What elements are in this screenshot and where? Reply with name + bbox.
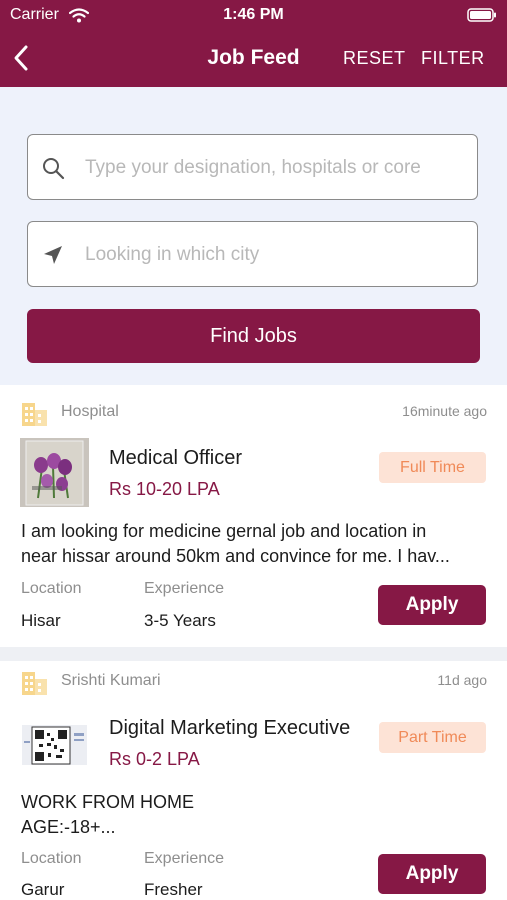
company-logo-flowers bbox=[20, 438, 89, 507]
status-time: 1:46 PM bbox=[223, 6, 284, 23]
job-title: Medical Officer bbox=[109, 447, 243, 469]
job-description: WORK FROM HOME AGE:-18+... bbox=[21, 790, 491, 840]
job-type-badge: Part Time bbox=[379, 722, 486, 753]
posted-time: 11d ago bbox=[437, 672, 487, 688]
building-icon bbox=[21, 670, 49, 701]
keyword-placeholder: Type your designation, hospitals or core bbox=[85, 157, 421, 178]
reset-button[interactable]: RESET bbox=[343, 48, 406, 69]
experience-label: Experience bbox=[144, 850, 225, 867]
apply-button[interactable]: Apply bbox=[378, 585, 486, 625]
salary: Rs 10-20 LPA bbox=[109, 479, 220, 499]
company-logo-qr bbox=[20, 711, 89, 780]
search-panel: Type your designation, hospitals or core… bbox=[0, 87, 507, 385]
apply-button[interactable]: Apply bbox=[378, 854, 486, 894]
job-description: I am looking for medicine gernal job and… bbox=[21, 519, 491, 569]
location-label: Location bbox=[21, 580, 82, 597]
city-search-input[interactable]: Looking in which city bbox=[27, 221, 478, 287]
salary: Rs 0-2 LPA bbox=[109, 749, 200, 769]
building-icon bbox=[21, 401, 49, 432]
keyword-search-input[interactable]: Type your designation, hospitals or core bbox=[27, 134, 478, 200]
location-value: Hisar bbox=[21, 611, 61, 630]
location-label: Location bbox=[21, 850, 82, 867]
job-card[interactable]: Hospital 16minute ago Medical Officer Rs… bbox=[0, 385, 507, 647]
city-placeholder: Looking in which city bbox=[85, 244, 260, 265]
description-line: AGE:-18+... bbox=[21, 817, 116, 837]
posted-time: 16minute ago bbox=[402, 403, 487, 419]
battery-icon bbox=[467, 8, 497, 27]
location-arrow-icon bbox=[41, 243, 65, 272]
org-name: Srishti Kumari bbox=[61, 672, 161, 689]
nav-bar: Job Feed RESET FILTER bbox=[0, 30, 507, 87]
experience-value: Fresher bbox=[144, 880, 203, 899]
description-line: near hissar around 50km and convince for… bbox=[21, 546, 450, 566]
find-jobs-button[interactable]: Find Jobs bbox=[27, 309, 480, 363]
org-name: Hospital bbox=[61, 403, 119, 420]
status-bar: Carrier 1:46 PM bbox=[0, 0, 507, 30]
experience-value: 3-5 Years bbox=[144, 611, 216, 630]
search-icon bbox=[41, 156, 65, 185]
job-type-badge: Full Time bbox=[379, 452, 486, 483]
description-line: I am looking for medicine gernal job and… bbox=[21, 521, 427, 541]
filter-button[interactable]: FILTER bbox=[421, 48, 485, 69]
job-title: Digital Marketing Executive bbox=[109, 717, 351, 739]
card-divider bbox=[0, 647, 507, 661]
experience-label: Experience bbox=[144, 580, 225, 597]
location-value: Garur bbox=[21, 880, 65, 899]
description-line: WORK FROM HOME bbox=[21, 792, 194, 812]
job-card[interactable]: Srishti Kumari 11d ago Digital Marketing… bbox=[0, 661, 507, 900]
